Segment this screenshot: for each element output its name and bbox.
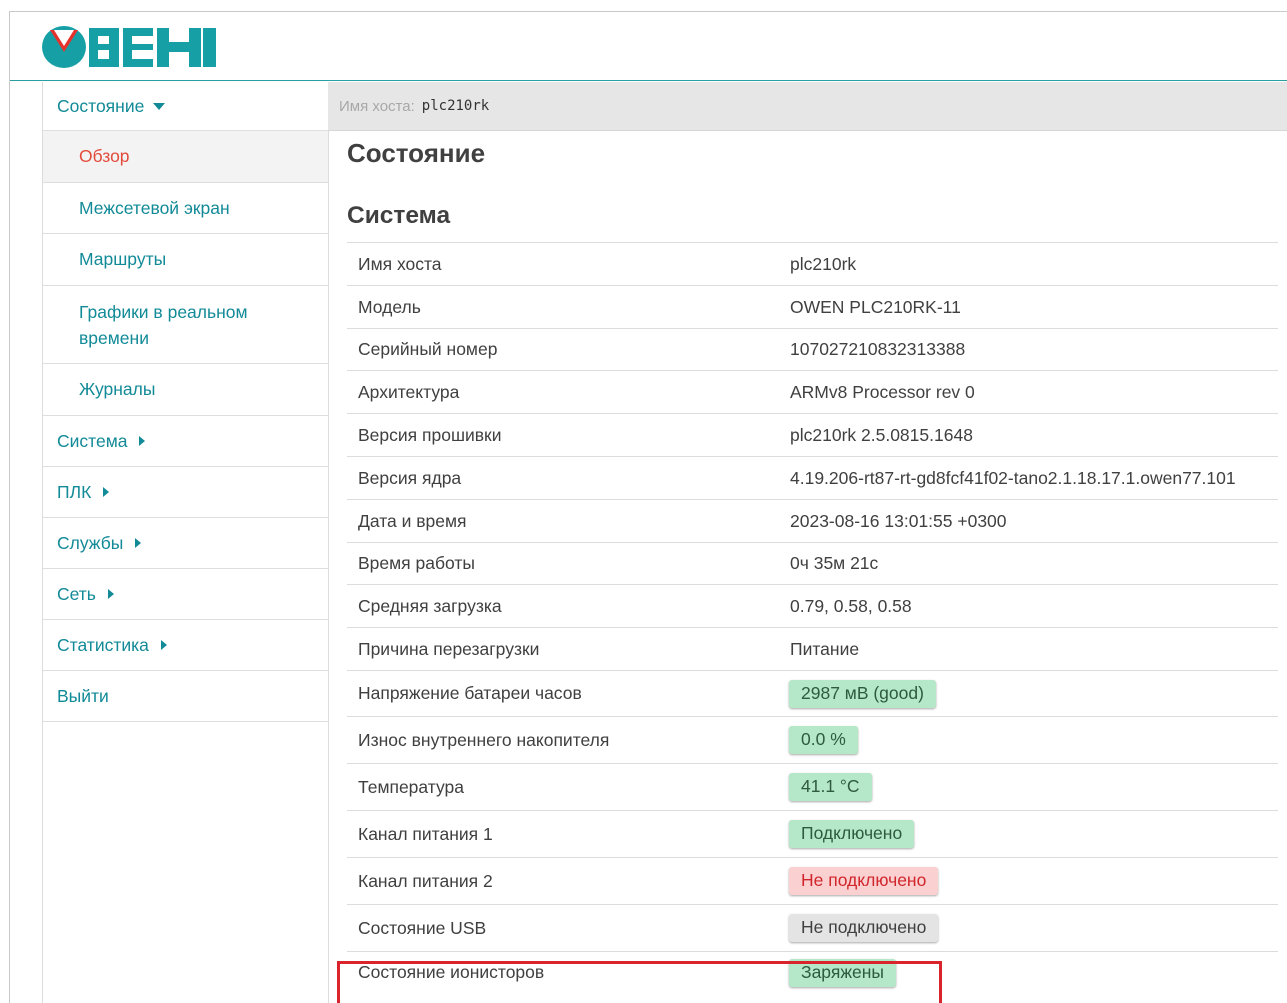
table-row: Версия ядра 4.19.206-rt87-rt-gd8fcf41f02-… xyxy=(347,456,1278,499)
sidebar-item-label: ПЛК xyxy=(57,481,92,502)
table-row: Имя хоста plc210rk xyxy=(347,242,1278,285)
table-row: Износ внутреннего накопителя 0.0 % xyxy=(347,716,1278,763)
status-badge: Не подключено xyxy=(789,867,939,895)
status-badge: Заряжены xyxy=(789,958,896,987)
table-row: Канал питания 1 Подключено xyxy=(347,810,1278,857)
row-value: 4.19.206-rt87-rt-gd8fcf41f02-tano2.1.18.… xyxy=(790,467,1236,488)
row-value: plc210rk 2.5.0815.1648 xyxy=(790,424,973,445)
sidebar: Состояние Обзор Межсетевой экран Маршрут… xyxy=(42,82,329,1003)
row-value-wrap: Не подключено xyxy=(789,867,939,895)
table-row: Состояние USB Не подключено xyxy=(347,904,1278,951)
sidebar-item-label: Маршруты xyxy=(79,249,167,269)
sidebar-item-network[interactable]: Сеть xyxy=(43,569,328,620)
row-key: Время работы xyxy=(358,553,475,573)
status-badge: 0.0 % xyxy=(789,726,858,754)
sidebar-item-label: Система xyxy=(57,430,128,451)
row-value-wrap: Не подключено xyxy=(789,914,939,942)
row-value-wrap: 41.1 °C xyxy=(789,773,872,801)
status-table: Имя хоста plc210rk Модель OWEN PLC210RK-11… xyxy=(347,242,1278,993)
table-row: Дата и время 2023-08-16 13:01:55 +0300 xyxy=(347,499,1278,542)
table-row: Время работы 0ч 35м 21с xyxy=(347,542,1278,584)
row-value: 0.79, 0.58, 0.58 xyxy=(790,595,912,616)
table-row: Канал питания 2 Не подключено xyxy=(347,857,1278,904)
row-key: Температура xyxy=(358,776,464,797)
row-key: Средняя загрузка xyxy=(358,595,502,616)
table-row: Модель OWEN PLC210RK-11 xyxy=(347,285,1278,328)
header xyxy=(10,12,1287,81)
status-badge: 2987 мВ (good) xyxy=(789,679,936,708)
sidebar-item-label: Графики в реальном времени xyxy=(79,301,248,348)
row-value-wrap: Заряжены xyxy=(789,958,896,987)
row-value: OWEN PLC210RK-11 xyxy=(790,296,961,317)
row-key: Канал питания 1 xyxy=(358,823,493,844)
sidebar-item-label: Журналы xyxy=(79,379,156,399)
sidebar-item-realtime-graphs[interactable]: Графики в реальном времени xyxy=(43,286,328,364)
status-badge: Подключено xyxy=(789,820,915,848)
section-title: Система xyxy=(347,202,451,229)
sidebar-item-label: Состояние xyxy=(57,95,145,116)
caret-down-icon xyxy=(153,102,166,110)
sidebar-item-label: Статистика xyxy=(57,634,149,655)
status-badge: 41.1 °C xyxy=(789,773,872,801)
row-key: Износ внутреннего накопителя xyxy=(358,729,610,750)
row-key: Архитектура xyxy=(358,381,460,402)
sidebar-item-overview[interactable]: Обзор xyxy=(43,131,328,183)
caret-right-icon xyxy=(107,589,114,599)
row-value-wrap: Подключено xyxy=(789,820,915,848)
row-key: Причина перезагрузки xyxy=(358,638,540,659)
row-key: Дата и время xyxy=(358,510,467,531)
row-value: ARMv8 Processor rev 0 xyxy=(790,381,975,402)
sidebar-item-system[interactable]: Система xyxy=(43,416,328,467)
hostname-value: plc210rk xyxy=(421,98,490,114)
page-title: Состояние xyxy=(347,138,486,168)
sidebar-item-label: Межсетевой экран xyxy=(79,197,230,218)
table-row: Серийный номер 107027210832313388 xyxy=(347,328,1278,370)
table-row: Температура 41.1 °C xyxy=(347,763,1278,810)
row-value: 0ч 35м 21с xyxy=(790,553,879,573)
caret-right-icon xyxy=(103,487,110,497)
table-row: Причина перезагрузки Питание xyxy=(347,627,1278,670)
hostname-label: Имя хоста: xyxy=(339,97,415,115)
row-key: Серийный номер xyxy=(358,339,498,359)
row-value: plc210rk xyxy=(790,253,857,274)
row-value: 107027210832313388 xyxy=(790,339,966,359)
sidebar-item-logs[interactable]: Журналы xyxy=(43,364,328,416)
row-key: Канал питания 2 xyxy=(358,870,493,891)
caret-right-icon xyxy=(160,640,167,650)
row-value: 2023-08-16 13:01:55 +0300 xyxy=(790,510,1007,531)
row-key: Версия прошивки xyxy=(358,424,502,445)
row-key: Состояние ионисторов xyxy=(358,962,545,982)
caret-right-icon xyxy=(135,538,142,548)
sidebar-item-status[interactable]: Состояние xyxy=(43,82,328,131)
row-value-wrap: 2987 мВ (good) xyxy=(789,679,936,708)
row-value-wrap: 0.0 % xyxy=(789,726,858,754)
sidebar-item-label: Обзор xyxy=(79,146,130,166)
status-badge: Не подключено xyxy=(789,914,939,942)
table-row: Архитектура ARMv8 Processor rev 0 xyxy=(347,370,1278,413)
table-row: Напряжение батареи часов 2987 мВ (good) xyxy=(347,670,1278,716)
sidebar-item-label: Службы xyxy=(57,532,124,553)
row-key: Напряжение батареи часов xyxy=(358,683,582,703)
row-key: Имя хоста xyxy=(358,253,442,274)
row-key: Состояние USB xyxy=(358,917,487,938)
sidebar-item-firewall[interactable]: Межсетевой экран xyxy=(43,183,328,234)
row-value: Питание xyxy=(790,638,860,659)
row-key: Модель xyxy=(358,296,421,317)
sidebar-item-label: Сеть xyxy=(57,583,96,604)
sidebar-item-services[interactable]: Службы xyxy=(43,518,328,569)
sidebar-item-label: Выйти xyxy=(57,685,109,706)
sidebar-item-statistics[interactable]: Статистика xyxy=(43,620,328,671)
sidebar-item-plc[interactable]: ПЛК xyxy=(43,467,328,518)
sidebar-item-logout[interactable]: Выйти xyxy=(43,671,328,722)
table-row: Средняя загрузка 0.79, 0.58, 0.58 xyxy=(347,584,1278,627)
table-row: Состояние ионисторов Заряжены xyxy=(347,951,1278,993)
hostname-bar: Имя хоста: plc210rk xyxy=(328,82,1287,131)
caret-right-icon xyxy=(139,436,146,446)
row-key: Версия ядра xyxy=(358,467,462,488)
table-row: Версия прошивки plc210rk 2.5.0815.1648 xyxy=(347,413,1278,456)
owen-logo[interactable] xyxy=(40,24,216,70)
sidebar-item-routes[interactable]: Маршруты xyxy=(43,234,328,286)
